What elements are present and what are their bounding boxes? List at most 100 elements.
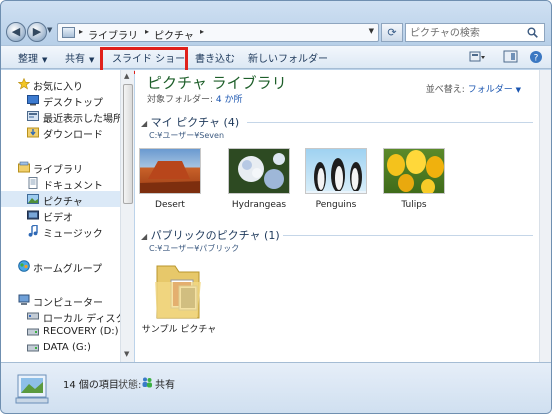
shared-users-icon bbox=[142, 377, 152, 388]
collapse-icon[interactable]: ◢ bbox=[141, 119, 147, 128]
nav-label: ピクチャ bbox=[43, 197, 83, 208]
thumbnail-desert[interactable]: Desert bbox=[135, 148, 205, 210]
nav-homegroup[interactable]: ホームグループ bbox=[1, 258, 120, 275]
thumbnail-tulips[interactable]: Tulips bbox=[379, 148, 449, 210]
nav-documents[interactable]: ドキュメント bbox=[1, 175, 120, 192]
command-bar: 整理 ▼ 共有 ▼ スライド ショー 書き込む 新しいフォルダー ? bbox=[1, 45, 551, 74]
pictures-icon bbox=[27, 194, 39, 204]
group-header-public-pictures[interactable]: ◢ パブリックのピクチャ (1) bbox=[141, 227, 280, 243]
nav-label: コンピューター bbox=[33, 298, 103, 309]
documents-icon bbox=[28, 177, 38, 189]
nav-label: ミュージック bbox=[43, 229, 103, 240]
chevron-right-icon[interactable]: ▸ bbox=[200, 27, 204, 36]
nav-label: デスクトップ bbox=[43, 98, 103, 109]
penguins-shape bbox=[306, 158, 366, 193]
nav-data-drive[interactable]: DATA (G:) bbox=[1, 340, 120, 356]
group-header-my-pictures[interactable]: ◢ マイ ピクチャ (4) bbox=[141, 114, 239, 130]
status-label: 状態: bbox=[118, 380, 142, 391]
nav-pictures[interactable]: ピクチャ bbox=[1, 191, 120, 208]
arrange-by-dropdown[interactable]: フォルダー ▼ bbox=[468, 85, 521, 95]
desert-mesa-shape bbox=[140, 161, 200, 193]
libraries-icon bbox=[18, 161, 30, 173]
library-subtitle: 対象フォルダー: 4 か所 bbox=[147, 92, 243, 105]
thumbnail-label: サンプル ピクチャ bbox=[141, 325, 217, 335]
thumbnail-label: Desert bbox=[155, 200, 185, 210]
hard-drive-icon bbox=[27, 312, 39, 320]
collapse-icon[interactable]: ◢ bbox=[141, 232, 147, 241]
address-dropdown-icon[interactable]: ▼ bbox=[369, 27, 374, 35]
organize-button[interactable]: 整理 ▼ bbox=[18, 50, 47, 65]
chevron-down-icon: ▼ bbox=[89, 56, 95, 64]
nav-videos[interactable]: ビデオ bbox=[1, 207, 120, 224]
folder-icon bbox=[62, 27, 75, 38]
tulips-shape bbox=[387, 150, 444, 193]
breadcrumb-pictures[interactable]: ピクチャ bbox=[154, 27, 194, 42]
breadcrumb-libraries[interactable]: ライブラリ bbox=[88, 27, 138, 42]
nav-label: ビデオ bbox=[43, 213, 73, 224]
explorer-window: ◀ ▶ ▼ ▸ ライブラリ ▸ ピクチャ ▸ ▼ ⟳ 整理▼ 共有▼ スライド … bbox=[0, 0, 552, 414]
new-folder-button[interactable]: 新しいフォルダー bbox=[248, 50, 328, 65]
nav-label: ダウンロード bbox=[43, 130, 103, 141]
group-title: マイ ピクチャ (4) bbox=[150, 116, 240, 129]
hydrangeas-image bbox=[228, 148, 290, 194]
recent-pages-dropdown-icon[interactable]: ▼ bbox=[47, 26, 55, 38]
arrange-by: 並べ替え: フォルダー ▼ bbox=[426, 82, 521, 95]
help-icon[interactable]: ? bbox=[528, 50, 544, 64]
scroll-up-icon[interactable]: ▲ bbox=[124, 72, 129, 80]
group-path: C:¥ユーザー¥パブリック bbox=[149, 244, 240, 253]
refresh-button[interactable]: ⟳ bbox=[381, 23, 403, 42]
forward-button[interactable]: ▶ bbox=[27, 22, 47, 42]
organize-label: 整理 bbox=[18, 54, 38, 65]
target-folders-label: 対象フォルダー: bbox=[147, 95, 214, 105]
desert-image bbox=[139, 148, 201, 194]
arrange-by-value: フォルダー bbox=[467, 85, 513, 95]
content-pane: ピクチャ ライブラリ 対象フォルダー: 4 か所 並べ替え: フォルダー ▼ ◢… bbox=[135, 70, 539, 362]
nav-downloads[interactable]: ダウンロード bbox=[1, 124, 120, 141]
nav-desktop[interactable]: デスクトップ bbox=[1, 92, 120, 109]
thumbnail-hydrangeas[interactable]: Hydrangeas bbox=[224, 148, 294, 210]
preview-pane-icon[interactable] bbox=[503, 50, 519, 64]
search-icon[interactable] bbox=[527, 27, 538, 38]
hard-drive-icon bbox=[27, 344, 39, 352]
search-box[interactable] bbox=[405, 23, 545, 42]
group-divider bbox=[283, 235, 533, 236]
navigation-scrollbar[interactable]: ▲ ▼ bbox=[120, 70, 134, 362]
nav-libraries[interactable]: ライブラリ bbox=[1, 159, 120, 176]
nav-label: ホームグループ bbox=[33, 264, 103, 275]
thumbnail-label: Tulips bbox=[401, 200, 427, 210]
nav-favorites[interactable]: お気に入り bbox=[1, 76, 120, 93]
desktop-icon bbox=[27, 95, 39, 106]
nav-recovery-drive[interactable]: RECOVERY (D:) bbox=[1, 324, 120, 340]
nav-computer[interactable]: コンピューター bbox=[1, 292, 120, 309]
nav-recent-places[interactable]: 最近表示した場所 bbox=[1, 108, 120, 125]
nav-label: お気に入り bbox=[33, 82, 83, 93]
chevron-right-icon[interactable]: ▸ bbox=[145, 27, 149, 36]
back-button[interactable]: ◀ bbox=[6, 22, 26, 42]
chevron-down-icon: ▼ bbox=[515, 86, 521, 94]
group-title: パブリックのピクチャ (1) bbox=[150, 229, 280, 242]
view-options-icon[interactable] bbox=[469, 50, 485, 64]
burn-button[interactable]: 書き込む bbox=[195, 50, 235, 65]
chevron-right-icon[interactable]: ▸ bbox=[79, 27, 83, 36]
chevron-down-icon: ▼ bbox=[42, 56, 48, 64]
scroll-down-icon[interactable]: ▼ bbox=[124, 350, 129, 358]
thumbnail-label: Hydrangeas bbox=[231, 200, 287, 210]
homegroup-icon bbox=[18, 260, 30, 272]
thumbnail-penguins[interactable]: Penguins bbox=[301, 148, 371, 210]
folder-sample-pictures[interactable]: サンプル ピクチャ bbox=[141, 260, 217, 336]
nav-label: ドキュメント bbox=[43, 181, 103, 192]
address-bar[interactable]: ▸ ライブラリ ▸ ピクチャ ▸ ▼ bbox=[57, 23, 379, 42]
hard-drive-icon bbox=[27, 328, 39, 336]
nav-music[interactable]: ミュージック bbox=[1, 223, 120, 240]
computer-icon bbox=[18, 294, 30, 305]
scrollbar-thumb[interactable] bbox=[123, 84, 133, 204]
target-folders-link[interactable]: 4 か所 bbox=[216, 95, 243, 105]
search-input[interactable] bbox=[410, 26, 520, 40]
library-title: ピクチャ ライブラリ bbox=[147, 74, 287, 92]
share-button[interactable]: 共有 ▼ bbox=[65, 50, 94, 65]
content-scrollbar[interactable] bbox=[539, 70, 551, 362]
navigation-pane: お気に入り デスクトップ 最近表示した場所 ダウンロード ライブラリ ドキュメン… bbox=[1, 70, 120, 362]
nav-local-disk[interactable]: ローカル ディスク (C bbox=[1, 308, 120, 325]
share-label: 共有 bbox=[65, 54, 85, 65]
item-count: 14 個の項目 bbox=[63, 380, 119, 391]
